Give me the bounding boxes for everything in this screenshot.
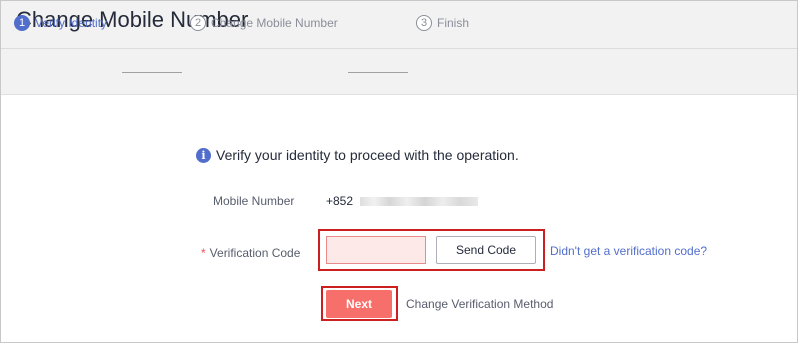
step-1-number: 1 xyxy=(14,15,30,31)
verification-code-input[interactable] xyxy=(326,236,426,264)
step-finish: 3 Finish xyxy=(416,14,469,32)
verification-code-label-row: * Verification Code xyxy=(201,246,300,260)
info-icon: i xyxy=(196,147,211,163)
send-code-button[interactable]: Send Code xyxy=(436,236,536,264)
masked-number xyxy=(360,196,479,206)
step-connector xyxy=(122,72,182,73)
step-verify-identity: 1 Verify Identity xyxy=(14,14,107,32)
required-marker: * xyxy=(201,246,206,260)
mobile-number-value: +852 xyxy=(326,194,479,208)
page-header: Change Mobile Number xyxy=(1,1,797,49)
step-3-label: Finish xyxy=(437,16,470,30)
step-connector xyxy=(348,72,408,73)
step-2-label: Change Mobile Number xyxy=(211,16,338,30)
step-1-label: Verify Identity xyxy=(35,16,108,30)
next-button[interactable]: Next xyxy=(326,290,392,318)
verification-code-label: Verification Code xyxy=(209,246,301,260)
notice-text: Verify your identity to proceed with the… xyxy=(216,147,519,163)
step-change-mobile-number: 2 Change Mobile Number xyxy=(190,14,338,32)
change-verification-method-link[interactable]: Change Verification Method xyxy=(406,297,553,311)
step-2-number: 2 xyxy=(190,15,206,31)
step-3-number: 3 xyxy=(416,15,432,31)
verification-notice: i Verify your identity to proceed with t… xyxy=(196,147,519,163)
no-code-link[interactable]: Didn't get a verification code? xyxy=(550,244,707,258)
mobile-number-label: Mobile Number xyxy=(213,194,295,208)
mobile-country-code: +852 xyxy=(326,194,354,208)
